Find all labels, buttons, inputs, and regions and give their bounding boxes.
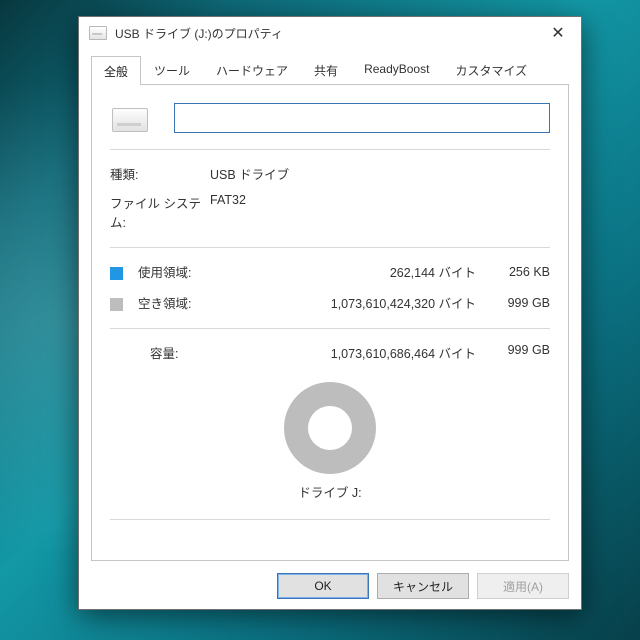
ok-button[interactable]: OK (277, 573, 369, 599)
window-title: USB ドライブ (J:)のプロパティ (115, 25, 535, 42)
capacity-size: 999 GB (480, 343, 550, 362)
free-space-label: 空き領域: (138, 293, 228, 312)
dialog-buttons: OK キャンセル 適用(A) (277, 573, 569, 599)
filesystem-label: ファイル システム: (110, 193, 210, 231)
used-space-size: 256 KB (480, 265, 550, 279)
tab-general[interactable]: 全般 (91, 56, 141, 85)
divider (110, 328, 550, 329)
general-panel: 種類: USB ドライブ ファイル システム: FAT32 使用領域: 262,… (91, 85, 569, 561)
drive-icon (89, 26, 107, 40)
filesystem-value: FAT32 (210, 193, 550, 231)
tab-customize[interactable]: カスタマイズ (442, 55, 540, 84)
tab-readyboost[interactable]: ReadyBoost (351, 55, 442, 84)
type-value: USB ドライブ (210, 164, 550, 183)
tab-sharing[interactable]: 共有 (301, 55, 351, 84)
capacity-pie-chart (284, 382, 376, 474)
free-space-size: 999 GB (480, 296, 550, 310)
capacity-label: 容量: (110, 343, 228, 362)
used-space-label: 使用領域: (138, 262, 228, 281)
divider (110, 519, 550, 520)
tab-tools[interactable]: ツール (141, 55, 203, 84)
tab-strip: 全般 ツール ハードウェア 共有 ReadyBoost カスタマイズ (91, 55, 569, 85)
drive-large-icon (112, 108, 148, 132)
used-space-bytes: 262,144 バイト (228, 262, 480, 281)
apply-button: 適用(A) (477, 573, 569, 599)
drive-name-input[interactable] (174, 103, 550, 133)
free-space-swatch (110, 298, 123, 311)
used-space-swatch (110, 267, 123, 280)
drive-caption: ドライブ J: (110, 482, 550, 501)
cancel-button[interactable]: キャンセル (377, 573, 469, 599)
free-space-bytes: 1,073,610,424,320 バイト (228, 293, 480, 312)
tab-hardware[interactable]: ハードウェア (203, 55, 301, 84)
type-label: 種類: (110, 164, 210, 183)
divider (110, 149, 550, 150)
capacity-bytes: 1,073,610,686,464 バイト (228, 343, 480, 362)
close-icon[interactable]: ✕ (535, 17, 581, 49)
titlebar[interactable]: USB ドライブ (J:)のプロパティ ✕ (79, 17, 581, 49)
divider (110, 247, 550, 248)
properties-dialog: USB ドライブ (J:)のプロパティ ✕ 全般 ツール ハードウェア 共有 R… (78, 16, 582, 610)
